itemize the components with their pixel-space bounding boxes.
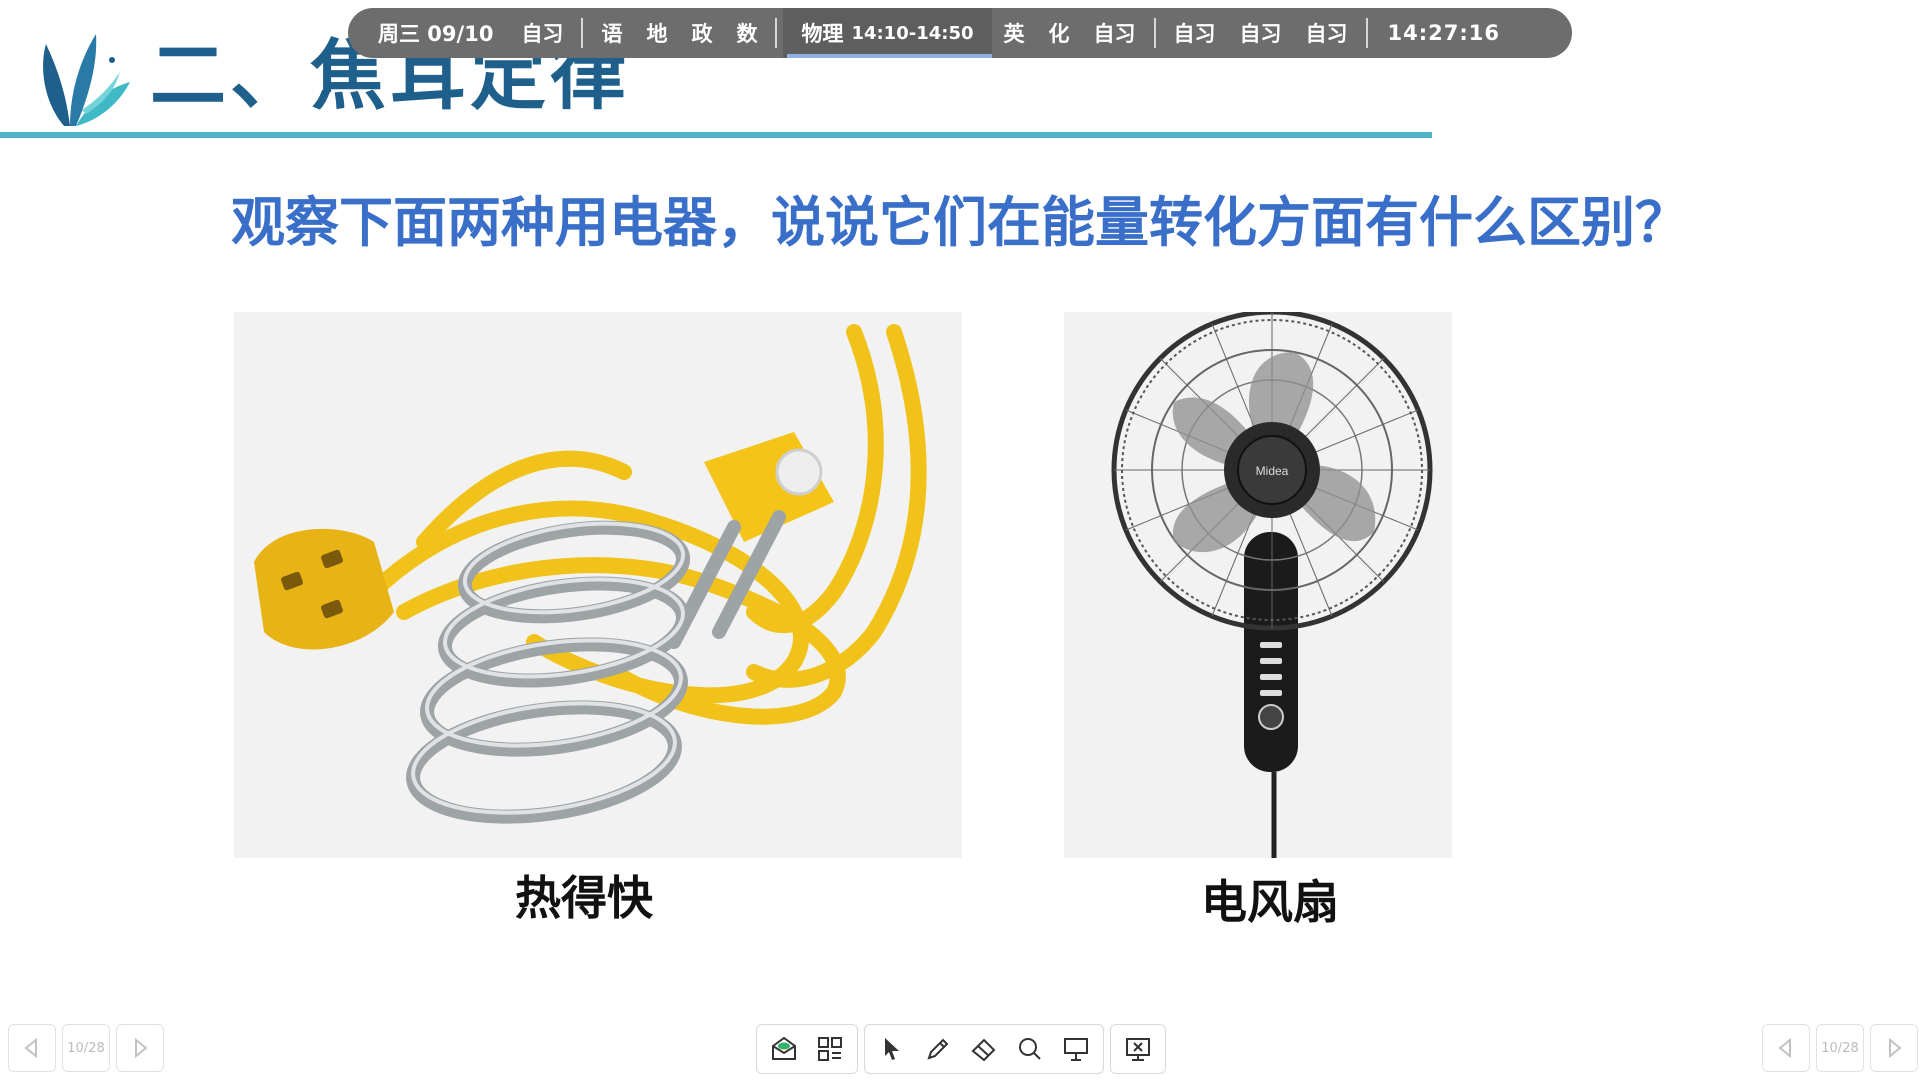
toolbar-group-exit [1110,1024,1166,1074]
current-subject: 物理 [801,22,844,46]
apps-grid-button[interactable] [807,1026,853,1072]
schedule-period: 化 [1048,22,1070,46]
search-tool-button[interactable] [1007,1026,1053,1072]
next-page-button[interactable] [116,1024,164,1072]
current-period-progress [787,54,992,58]
pointer-tool-button[interactable] [869,1026,915,1072]
schedule-date: 周三 09/10 [378,22,494,46]
pen-tool-button[interactable] [915,1026,961,1072]
presentation-toolbar [756,1024,1166,1074]
schedule-period: 自习 [521,22,564,46]
message-button[interactable] [761,1026,807,1072]
class-schedule-bar: 周三 09/10 自习 语 地 政 数 物理 14:10-14:50 英 化 自… [348,8,1572,58]
schedule-period: 自习 [1173,22,1216,46]
triangle-left-icon [24,1037,37,1059]
schedule-separator [775,18,778,48]
electric-fan-image: Midea [1064,312,1452,858]
schedule-separator [581,18,584,48]
immersion-heater-image [234,312,962,858]
board-icon [1064,1038,1088,1061]
title-underline [0,132,1432,138]
fan-brand-label: Midea [1256,464,1289,478]
schedule-period: 政 [691,22,713,46]
page-nav-left: 10/28 [8,1024,164,1072]
triangle-left-icon [1778,1037,1791,1059]
next-page-button[interactable] [1870,1024,1918,1072]
slide-question: 观察下面两种用电器，说说它们在能量转化方面有什么区别？ [231,191,1689,254]
schedule-period: 地 [646,22,668,46]
eraser-tool-button[interactable] [961,1026,1007,1072]
close-slideshow-icon [1126,1038,1150,1061]
schedule-clock: 14:27:16 [1387,21,1500,45]
board-tool-button[interactable] [1053,1026,1099,1072]
schedule-period: 数 [736,22,758,46]
toolbar-group-tools [864,1024,1104,1074]
schedule-period: 自习 [1093,22,1136,46]
end-slideshow-button[interactable] [1115,1026,1161,1072]
pen-icon [927,1038,949,1060]
toolbar-group-apps [756,1024,858,1074]
page-indicator[interactable]: 10/28 [62,1024,110,1072]
schedule-period: 语 [601,22,623,46]
schedule-separator [1153,18,1156,48]
pointer-icon [885,1038,899,1060]
current-time-range: 14:10-14:50 [851,22,974,44]
search-icon [1019,1038,1041,1060]
slide-logo [36,30,132,130]
prev-page-button[interactable] [8,1024,56,1072]
schedule-current-period: 物理 14:10-14:50 [783,8,992,58]
triangle-right-icon [135,1037,148,1059]
caption-electric-fan: 电风扇 [1201,875,1339,929]
schedule-period: 英 [1003,22,1025,46]
schedule-period: 自习 [1305,22,1348,46]
message-icon [772,1036,796,1060]
page-nav-right: 10/28 [1762,1024,1918,1072]
eraser-icon [971,1038,996,1062]
prev-page-button[interactable] [1762,1024,1810,1072]
triangle-right-icon [1889,1037,1902,1059]
schedule-period: 自习 [1239,22,1282,46]
apps-grid-icon [818,1037,842,1061]
schedule-separator [1365,18,1368,48]
caption-immersion-heater: 热得快 [515,871,653,925]
page-indicator[interactable]: 10/28 [1816,1024,1864,1072]
